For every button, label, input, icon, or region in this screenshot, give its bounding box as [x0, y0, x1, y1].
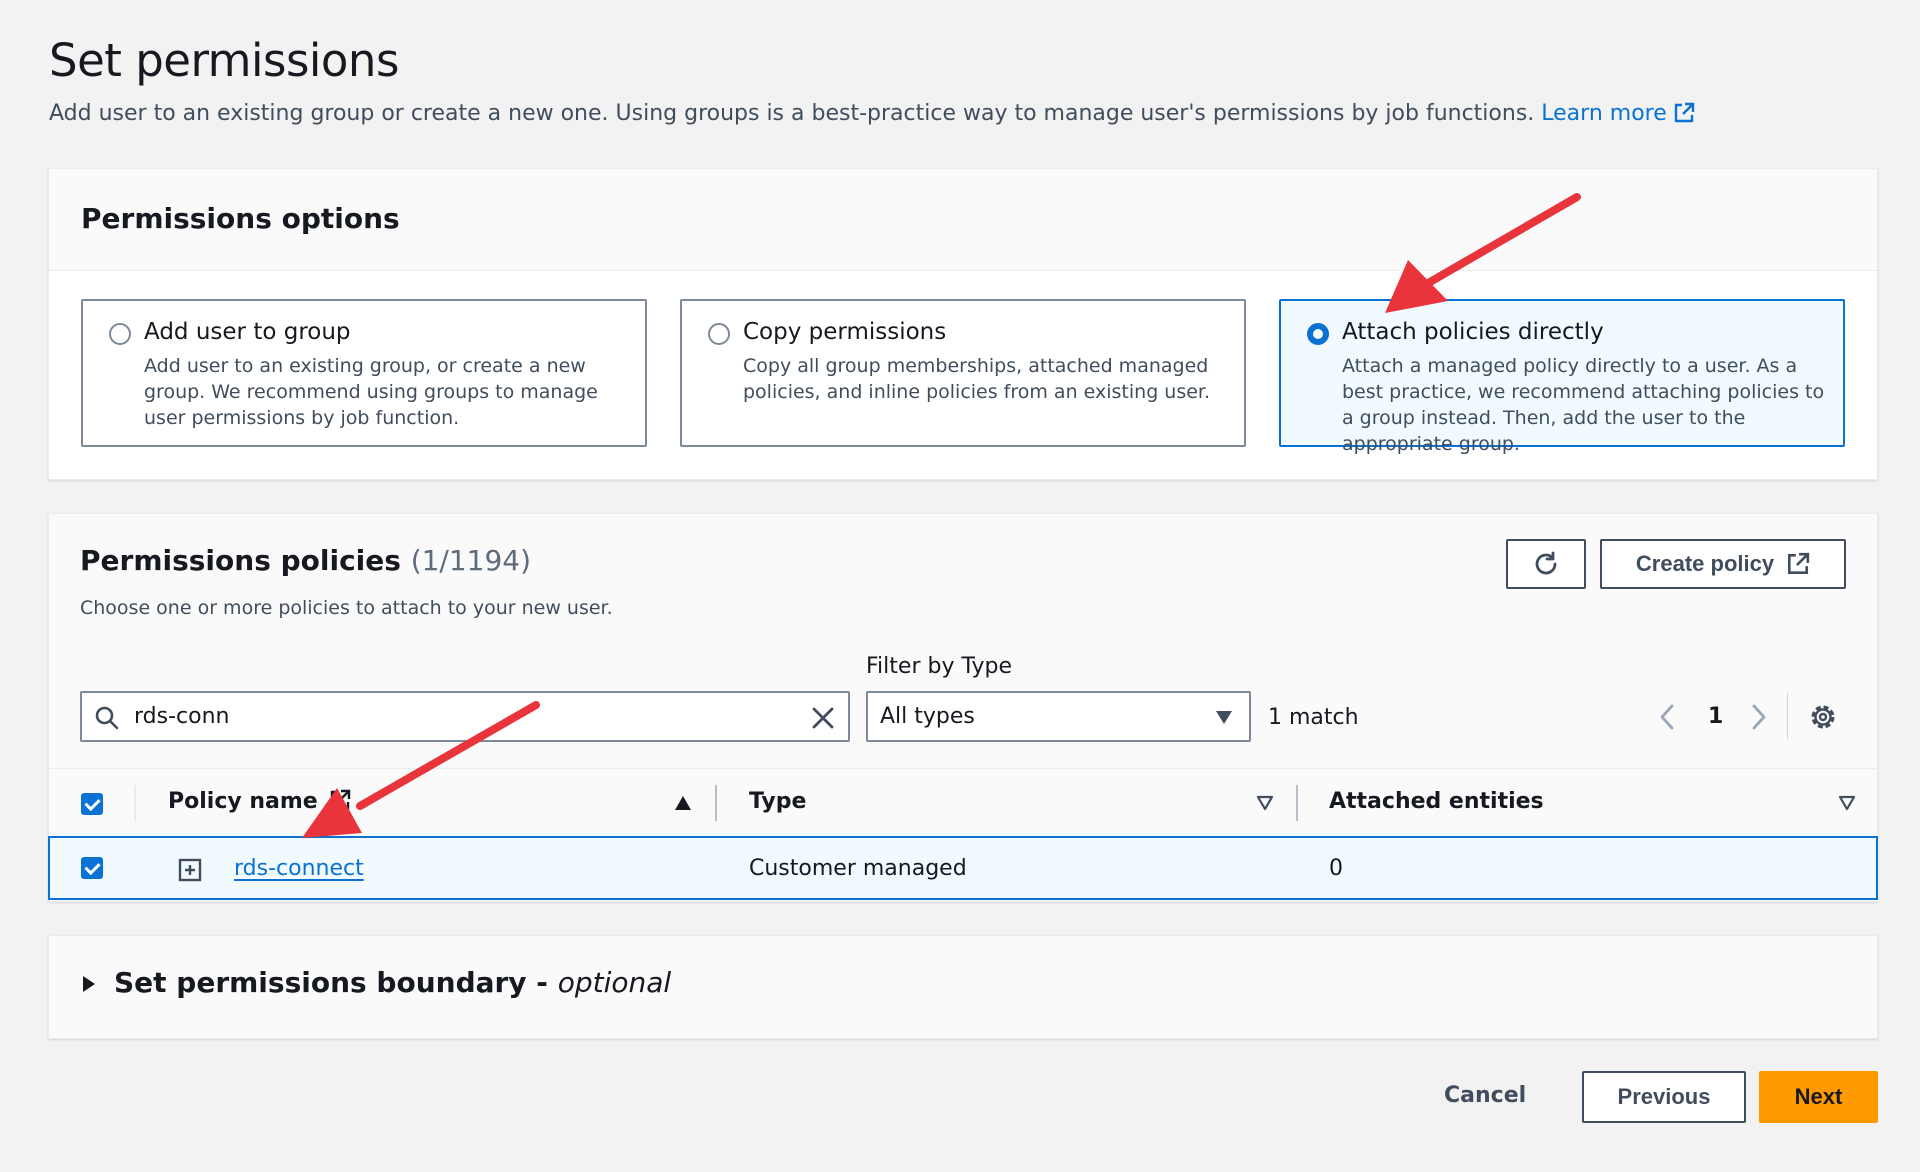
refresh-icon: [1535, 551, 1557, 575]
permissions-policies-title: Permissions policies (1/1194): [80, 544, 531, 577]
permissions-options-title: Permissions options: [81, 202, 400, 235]
create-policy-button[interactable]: Create policy: [1600, 539, 1846, 589]
create-policy-label: Create policy: [1635, 551, 1775, 576]
column-policy-name[interactable]: Policy name: [168, 789, 351, 814]
option-description: Attach a managed policy directly to a us…: [1342, 355, 1825, 455]
policies-description: Choose one or more policies to attach to…: [80, 597, 613, 619]
boundary-optional-text: optional: [557, 966, 672, 999]
previous-button[interactable]: Previous: [1582, 1071, 1746, 1123]
option-title: Attach policies directly: [1342, 319, 1604, 345]
policies-count: (1/1194): [410, 544, 532, 577]
learn-more-label: Learn more: [1541, 101, 1667, 126]
next-label: Next: [1794, 1084, 1843, 1109]
radio-attach-policies-directly[interactable]: [1307, 323, 1329, 345]
external-link-icon: [331, 789, 351, 810]
permissions-options-header: Permissions options: [49, 169, 1877, 271]
type-filter-value: All types: [880, 704, 975, 729]
next-button[interactable]: Next: [1759, 1071, 1878, 1123]
policies-title-text: Permissions policies: [80, 544, 401, 577]
search-value: rds-conn: [134, 704, 230, 729]
previous-label: Previous: [1617, 1084, 1711, 1109]
column-type[interactable]: Type: [749, 789, 806, 814]
sort-ascending-icon[interactable]: [674, 795, 692, 811]
column-divider: [134, 785, 136, 821]
match-count: 1 match: [1268, 705, 1359, 730]
policies-table-header: Policy name Type Attached entities: [48, 768, 1878, 836]
column-attached-entities[interactable]: Attached entities: [1329, 789, 1544, 814]
gear-icon[interactable]: [1808, 702, 1838, 732]
permissions-boundary-title[interactable]: Set permissions boundary - optional: [114, 966, 671, 999]
column-policy-name-label: Policy name: [168, 789, 318, 814]
chevron-left-icon[interactable]: [1656, 703, 1678, 731]
table-row[interactable]: rds-connect Customer managed 0: [48, 836, 1878, 900]
radio-copy-permissions[interactable]: [708, 323, 730, 345]
external-link-icon: [1674, 102, 1694, 123]
boundary-title-text: Set permissions boundary -: [114, 966, 548, 999]
option-attach-policies-directly[interactable]: Attach policies directly Attach a manage…: [1279, 299, 1845, 455]
policy-type: Customer managed: [749, 856, 967, 881]
refresh-button[interactable]: [1506, 539, 1586, 589]
radio-add-user-to-group[interactable]: [109, 323, 131, 345]
permissions-options-panel: Permissions options Add user to group Ad…: [48, 168, 1878, 480]
sort-caret-icon[interactable]: [1838, 795, 1856, 811]
page-description: Add user to an existing group or create …: [49, 101, 1695, 126]
page-title: Set permissions: [49, 34, 399, 87]
option-description: Copy all group memberships, attached man…: [743, 355, 1211, 403]
pager-divider: [1787, 693, 1788, 739]
policy-attached-entities: 0: [1329, 856, 1343, 881]
type-filter-select[interactable]: All types: [866, 691, 1251, 742]
page-description-text: Add user to an existing group or create …: [49, 101, 1535, 126]
policy-search-input[interactable]: rds-conn: [80, 691, 850, 742]
column-divider: [715, 785, 717, 821]
search-icon: [95, 706, 119, 730]
policy-name-link[interactable]: rds-connect: [234, 856, 364, 881]
cancel-button[interactable]: Cancel: [1444, 1083, 1526, 1108]
option-title: Add user to group: [144, 319, 351, 345]
filter-by-type-label: Filter by Type: [866, 654, 1012, 679]
caret-right-icon[interactable]: [82, 975, 96, 993]
clear-icon[interactable]: [810, 705, 836, 731]
row-checkbox[interactable]: [81, 857, 103, 879]
sort-caret-icon[interactable]: [1256, 795, 1274, 811]
select-all-checkbox[interactable]: [81, 793, 103, 815]
option-description: Add user to an existing group, or create…: [144, 355, 598, 429]
column-divider: [1296, 785, 1298, 821]
option-copy-permissions[interactable]: Copy permissions Copy all group membersh…: [680, 299, 1246, 447]
expand-icon[interactable]: [178, 858, 202, 882]
external-link-icon: [1788, 552, 1810, 575]
caret-down-icon: [1216, 711, 1232, 724]
option-title: Copy permissions: [743, 319, 947, 345]
page-number[interactable]: 1: [1708, 704, 1723, 729]
learn-more-link[interactable]: Learn more: [1541, 101, 1694, 126]
option-add-user-to-group[interactable]: Add user to group Add user to an existin…: [81, 299, 647, 447]
chevron-right-icon[interactable]: [1748, 703, 1770, 731]
